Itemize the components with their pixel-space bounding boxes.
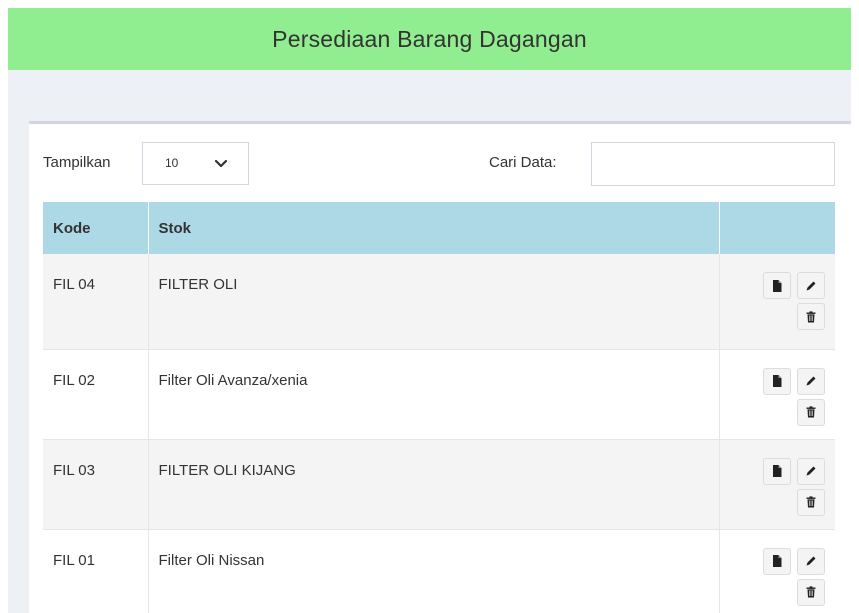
pencil-icon: [805, 280, 817, 292]
table-body: FIL 04 FILTER OLI FIL 02 Filter Oli Avanza/…: [43, 254, 835, 613]
delete-button[interactable]: [797, 398, 825, 426]
delete-button[interactable]: [797, 488, 825, 516]
table-row: FIL 01 Filter Oli Nissan: [43, 529, 835, 613]
cell-actions: [719, 439, 835, 530]
trash-icon: [805, 310, 817, 323]
detail-button[interactable]: [763, 367, 791, 395]
trash-icon: [805, 406, 817, 418]
table-row: FIL 04 FILTER OLI: [43, 254, 835, 350]
row-actions: [749, 272, 825, 330]
file-icon: [771, 375, 783, 387]
column-header-stok[interactable]: Stok: [148, 202, 720, 254]
cell-kode: FIL 02: [43, 349, 149, 440]
delete-button[interactable]: [797, 578, 825, 606]
trash-icon: [805, 496, 817, 508]
edit-button[interactable]: [797, 367, 825, 395]
row-actions: [749, 367, 825, 426]
cell-kode: FIL 04: [43, 254, 149, 350]
table-controls: Tampilkan 10 Cari Data:: [29, 124, 851, 194]
search-input[interactable]: [591, 142, 835, 186]
search-label: Cari Data:: [489, 154, 557, 171]
trash-icon: [805, 586, 817, 598]
cell-actions: [719, 349, 835, 440]
page-title: Persediaan Barang Dagangan: [272, 25, 587, 52]
page-size-label: Tampilkan: [43, 154, 111, 171]
chevron-down-icon: [214, 159, 228, 168]
row-actions: [749, 547, 825, 606]
page-size-select[interactable]: 10: [142, 142, 249, 185]
cell-stok: Filter Oli Avanza/xenia: [148, 349, 720, 440]
cell-stok: FILTER OLI KIJANG: [148, 439, 720, 530]
detail-button[interactable]: [763, 457, 791, 485]
pencil-icon: [805, 375, 817, 387]
page-header: Persediaan Barang Dagangan: [8, 8, 851, 70]
page: Persediaan Barang Dagangan Tampilkan 10 …: [0, 0, 859, 613]
cell-actions: [719, 254, 835, 350]
file-icon: [771, 555, 783, 567]
edit-button[interactable]: [797, 547, 825, 575]
column-header-actions: [719, 202, 835, 254]
detail-button[interactable]: [763, 547, 791, 575]
pencil-icon: [805, 555, 817, 567]
cell-stok: Filter Oli Nissan: [148, 529, 720, 613]
edit-button[interactable]: [797, 272, 825, 299]
data-card: Tampilkan 10 Cari Data: Kode Stok FIL 04…: [29, 121, 851, 613]
pencil-icon: [805, 465, 817, 477]
cell-kode: FIL 01: [43, 529, 149, 613]
page-size-value: 10: [165, 156, 179, 170]
cell-kode: FIL 03: [43, 439, 149, 530]
edit-button[interactable]: [797, 457, 825, 485]
inventory-table: Kode Stok FIL 04 FILTER OLI FIL 02 Filter O…: [43, 202, 835, 613]
file-icon: [771, 279, 783, 292]
table-row: FIL 02 Filter Oli Avanza/xenia: [43, 349, 835, 440]
row-actions: [749, 457, 825, 516]
cell-actions: [719, 529, 835, 613]
delete-button[interactable]: [797, 303, 825, 330]
table-header-row: Kode Stok: [43, 202, 835, 254]
detail-button[interactable]: [763, 272, 791, 299]
cell-stok: FILTER OLI: [148, 254, 720, 350]
column-header-kode[interactable]: Kode: [43, 202, 149, 254]
table-row: FIL 03 FILTER OLI KIJANG: [43, 439, 835, 530]
file-icon: [771, 465, 783, 477]
